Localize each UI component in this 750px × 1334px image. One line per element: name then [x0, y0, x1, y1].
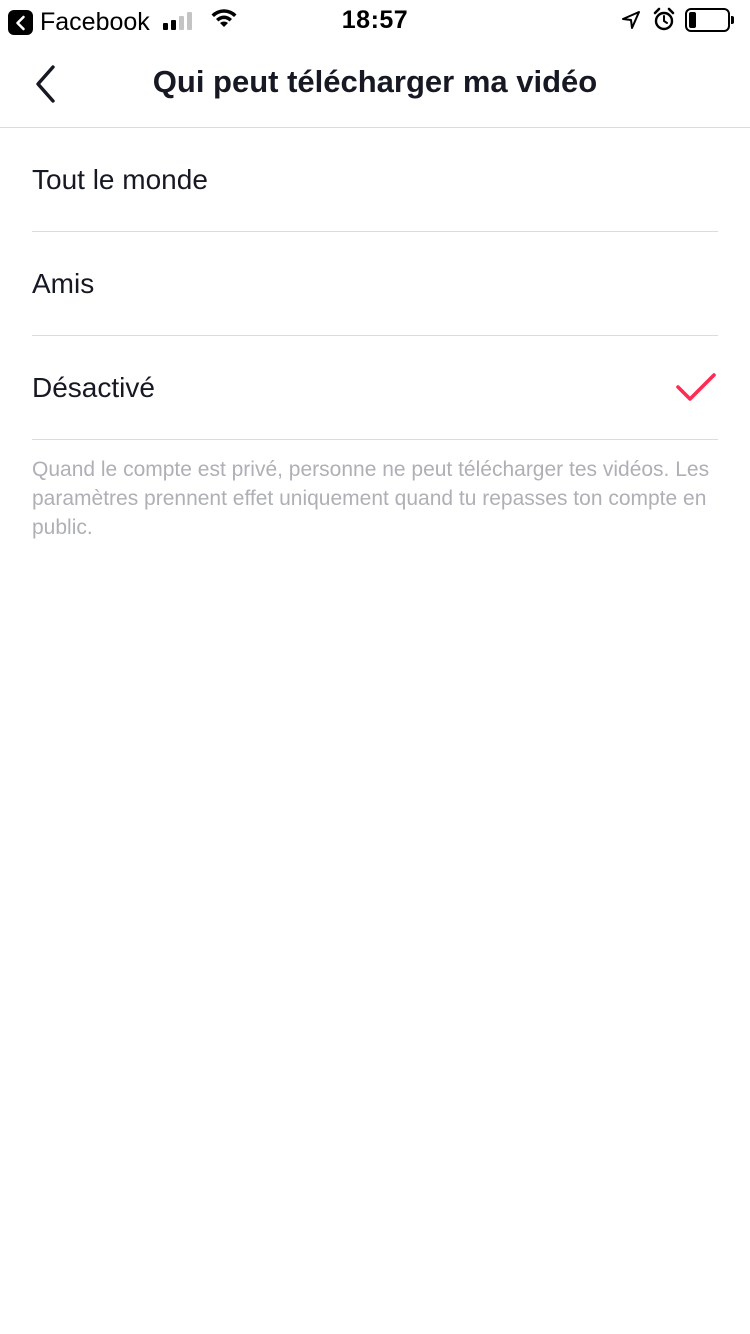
status-bar: Facebook 18:57: [0, 0, 750, 40]
checkmark-icon: [676, 372, 716, 401]
download-options-list: Tout le monde Amis Désactivé: [32, 128, 718, 440]
option-friends[interactable]: Amis: [32, 232, 718, 336]
option-label: Amis: [32, 267, 95, 299]
option-label: Tout le monde: [32, 163, 208, 195]
option-label: Désactivé: [32, 371, 155, 403]
location-arrow-icon: [620, 9, 642, 36]
navigation-bar: Qui peut télécharger ma vidéo: [0, 40, 750, 128]
battery-icon: [685, 8, 735, 32]
option-everyone[interactable]: Tout le monde: [32, 128, 718, 232]
alarm-clock-icon: [652, 7, 676, 38]
privacy-note: Quand le compte est privé, personne ne p…: [32, 458, 710, 539]
page-title: Qui peut télécharger ma vidéo: [152, 64, 598, 99]
option-disabled[interactable]: Désactivé: [32, 336, 718, 440]
